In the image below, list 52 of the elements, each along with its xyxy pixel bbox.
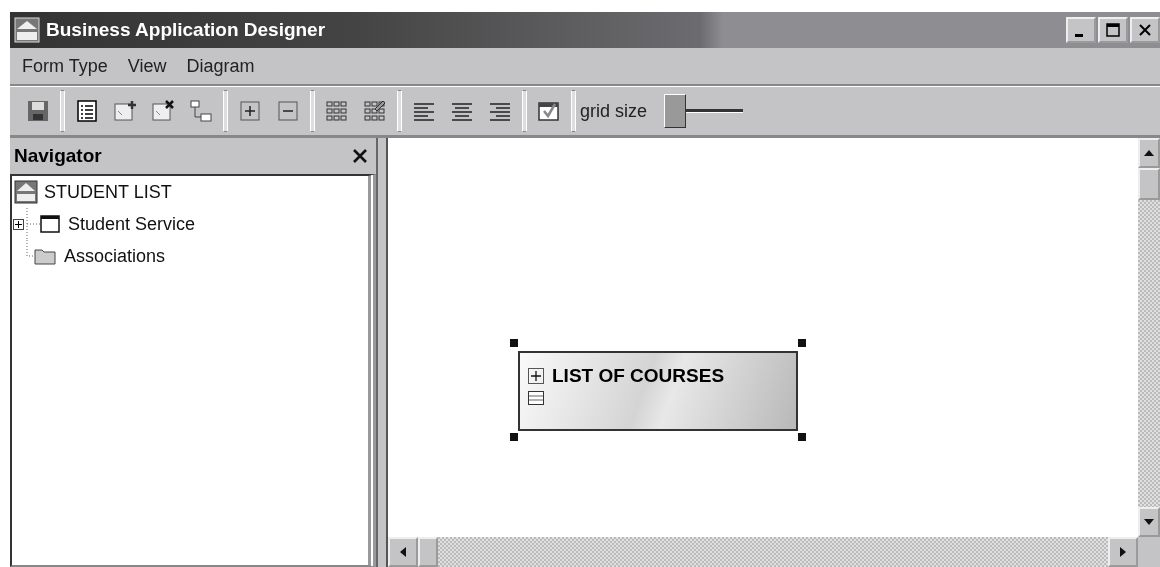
entity-title: LIST OF COURSES xyxy=(552,365,725,387)
window-icon xyxy=(40,215,60,233)
close-icon xyxy=(1138,23,1152,37)
grid-icon[interactable] xyxy=(325,99,349,123)
hierarchy-icon[interactable] xyxy=(189,99,213,123)
close-button[interactable] xyxy=(1130,17,1160,43)
right-arrow-icon xyxy=(1119,546,1127,558)
menu-item[interactable]: View xyxy=(127,55,167,77)
maximize-button[interactable] xyxy=(1098,17,1128,43)
save-icon[interactable] xyxy=(26,99,50,123)
resize-handle[interactable] xyxy=(798,339,806,347)
minimize-icon xyxy=(1075,33,1083,37)
maximize-icon xyxy=(1106,23,1120,37)
minus-icon[interactable] xyxy=(276,99,300,123)
resize-handle[interactable] xyxy=(510,339,518,347)
tree-item[interactable]: Associations xyxy=(64,245,166,267)
scroll-right-button[interactable] xyxy=(1108,537,1138,567)
close-icon[interactable] xyxy=(352,148,368,164)
expand-icon[interactable] xyxy=(13,218,24,230)
plus-icon[interactable] xyxy=(238,99,262,123)
vertical-scrollbar[interactable] xyxy=(1138,138,1160,537)
scroll-left-button[interactable] xyxy=(388,537,418,567)
down-arrow-icon xyxy=(1143,518,1155,526)
tree-item[interactable]: STUDENT LIST xyxy=(44,181,172,203)
resize-handle[interactable] xyxy=(510,433,518,441)
menu-item[interactable]: Diagram xyxy=(186,55,255,77)
folder-icon xyxy=(34,247,56,265)
grid-edit-icon[interactable] xyxy=(363,99,387,123)
list-icon[interactable] xyxy=(75,99,99,123)
horizontal-scrollbar[interactable] xyxy=(388,537,1138,567)
menu-item[interactable]: Form Type xyxy=(22,55,108,77)
house-logo-icon xyxy=(14,17,40,43)
resize-handle[interactable] xyxy=(798,433,806,441)
scroll-thumb[interactable] xyxy=(418,537,438,567)
grid-size-label: grid size xyxy=(580,100,648,122)
add-form-icon[interactable] xyxy=(113,99,137,123)
panel-title: Navigator xyxy=(14,145,102,167)
scroll-thumb[interactable] xyxy=(1138,168,1160,200)
grid-size-slider[interactable] xyxy=(661,94,744,128)
delete-form-icon[interactable] xyxy=(151,99,175,123)
window-title: Business Application Designer xyxy=(46,19,326,41)
house-logo-icon xyxy=(14,180,38,204)
check-form-icon[interactable] xyxy=(537,99,561,123)
scroll-up-button[interactable] xyxy=(1138,138,1160,168)
tree-item[interactable]: Student Service xyxy=(68,213,196,235)
expand-icon[interactable] xyxy=(528,368,544,384)
scroll-down-button[interactable] xyxy=(1138,507,1160,537)
table-icon xyxy=(528,391,544,405)
left-arrow-icon xyxy=(399,546,407,558)
up-arrow-icon xyxy=(1143,149,1155,157)
entity-box[interactable]: LIST OF COURSES xyxy=(518,351,798,431)
minimize-button[interactable] xyxy=(1066,17,1096,43)
